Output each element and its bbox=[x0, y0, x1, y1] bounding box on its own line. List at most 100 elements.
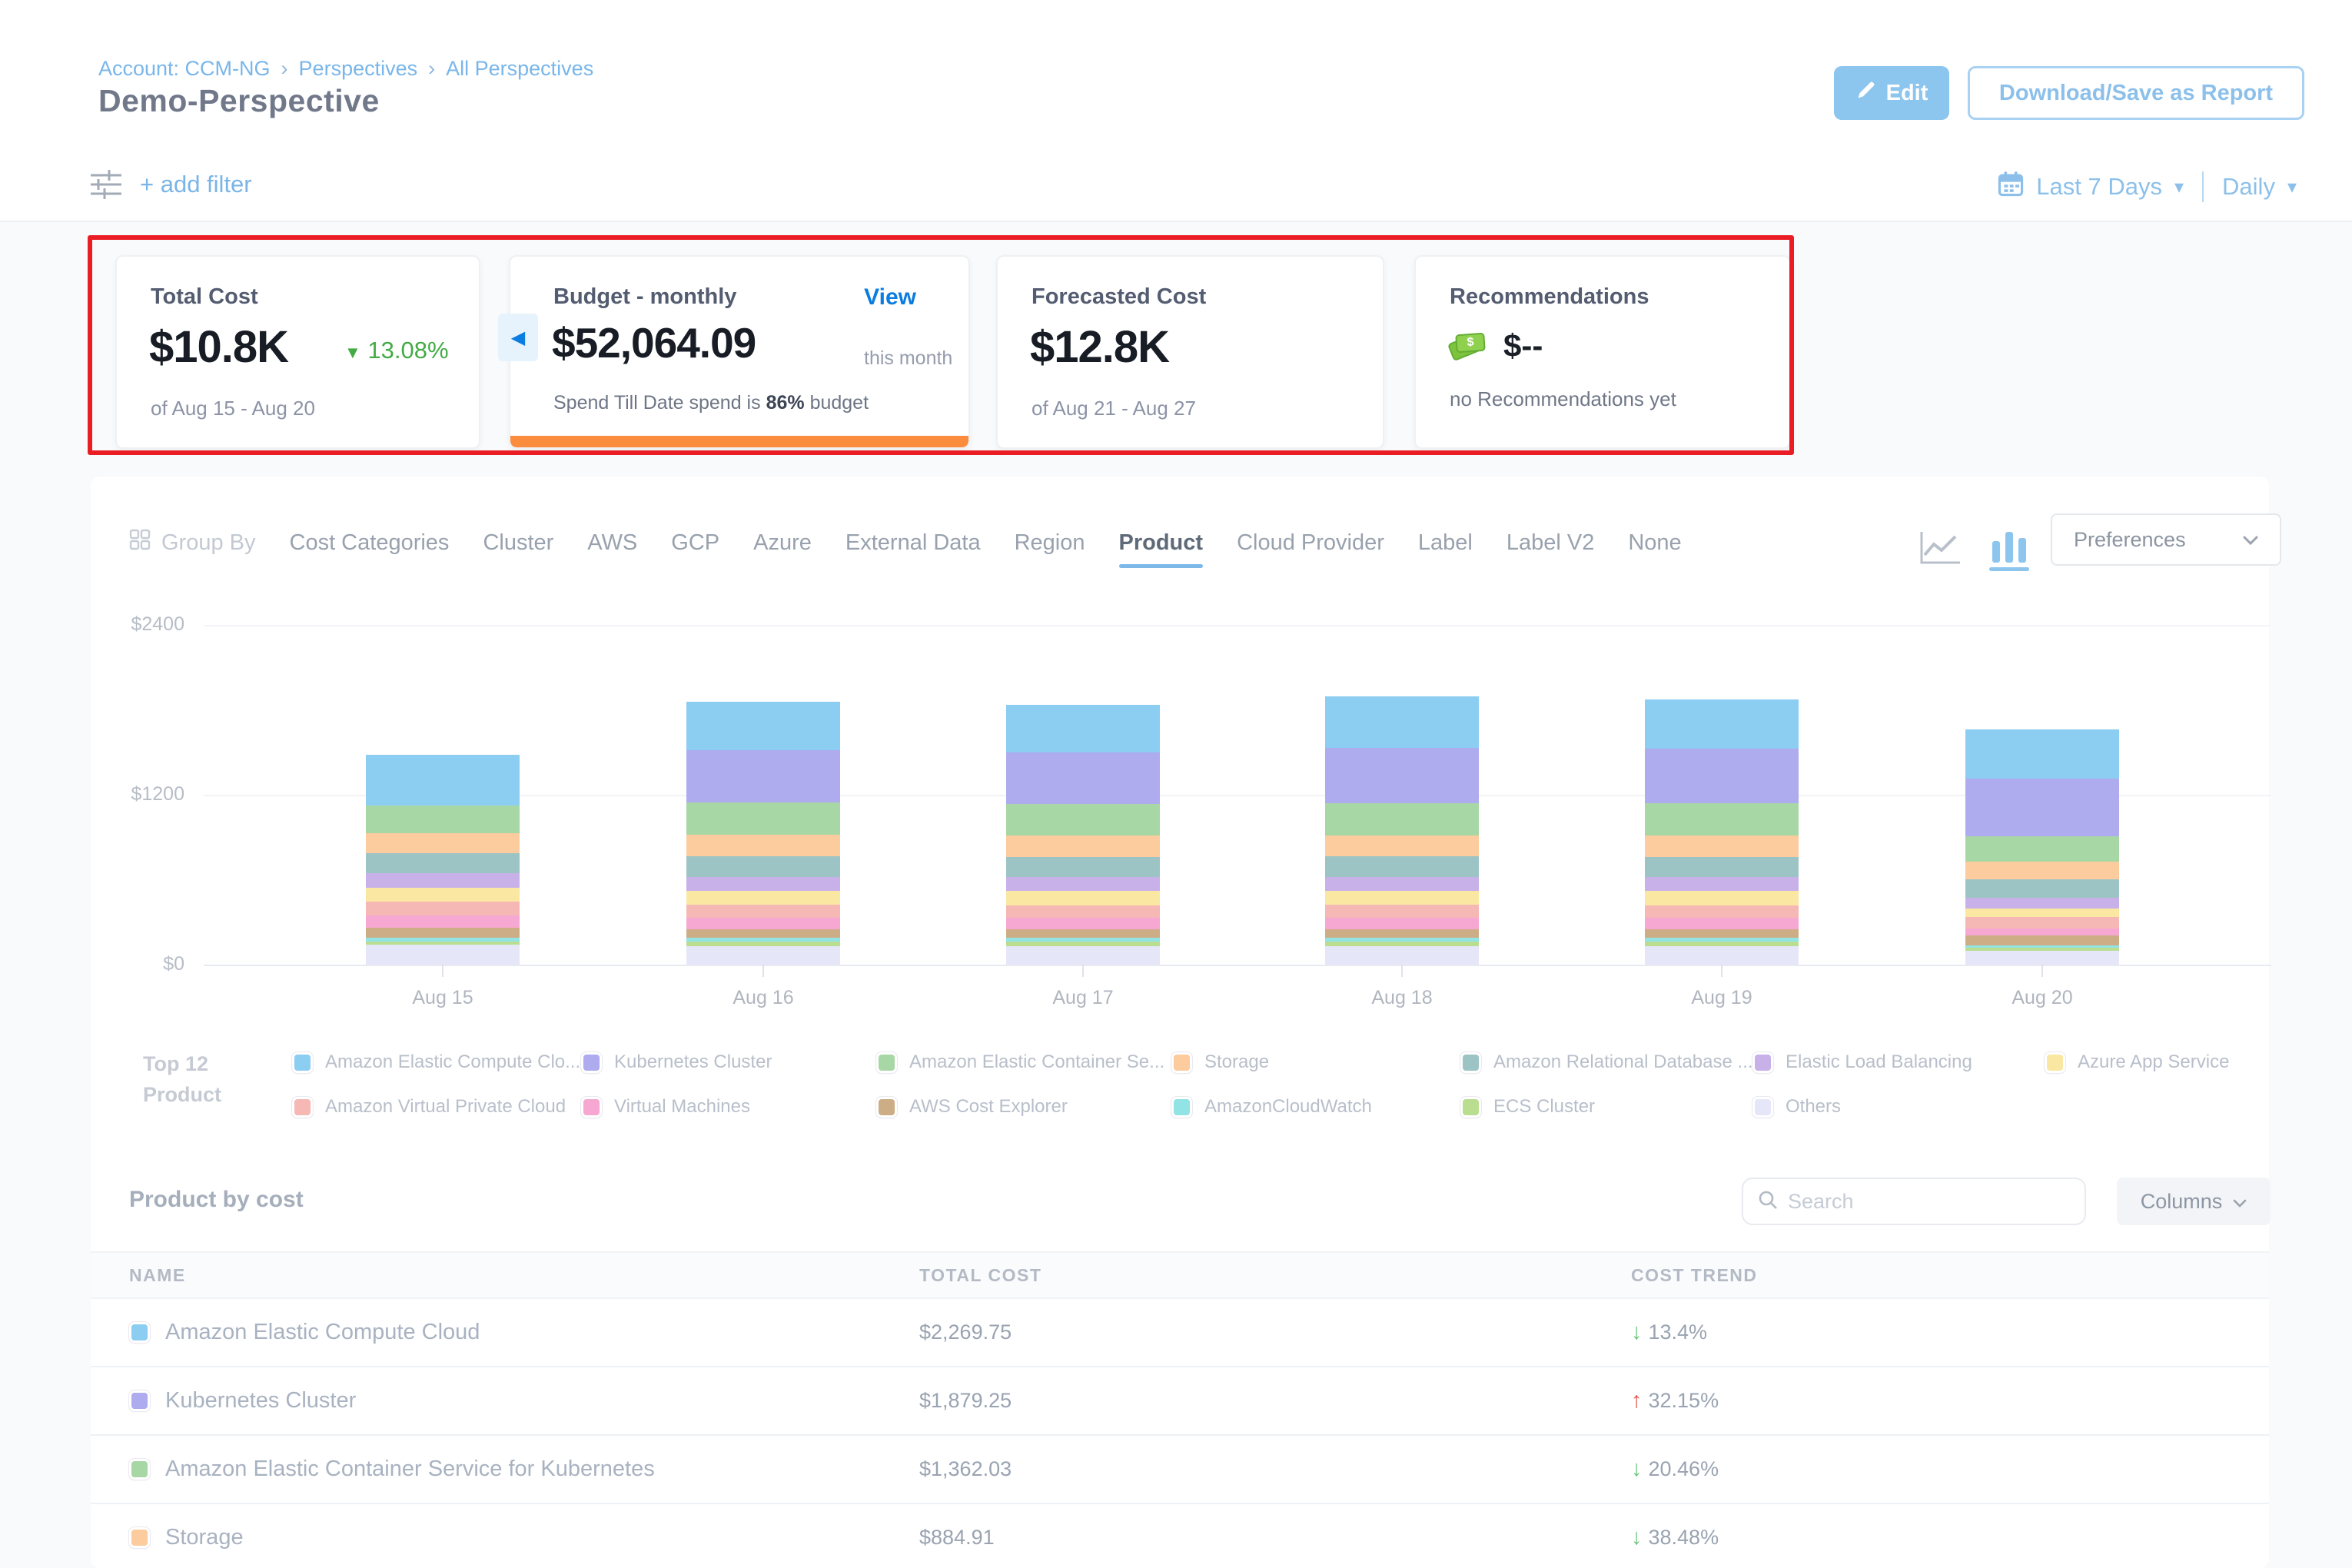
filter-sliders-icon[interactable] bbox=[86, 166, 126, 207]
group-by-tab-product[interactable]: Product bbox=[1119, 530, 1204, 556]
legend-item[interactable]: Storage bbox=[1171, 1051, 1269, 1073]
bar-segment[interactable] bbox=[1325, 803, 1479, 835]
bar-segment[interactable] bbox=[1965, 929, 2119, 935]
bar-segment[interactable] bbox=[686, 891, 840, 905]
bar-segment[interactable] bbox=[1645, 699, 1799, 749]
breadcrumb-all-perspectives[interactable]: All Perspectives bbox=[446, 57, 593, 80]
bar-segment[interactable] bbox=[1006, 891, 1160, 905]
bar-segment[interactable] bbox=[366, 755, 520, 806]
bar-segment[interactable] bbox=[366, 833, 520, 853]
table-row[interactable]: Kubernetes Cluster$1,879.25↑32.15% bbox=[91, 1367, 2269, 1436]
bar-segment[interactable] bbox=[1965, 909, 2119, 917]
bar-segment[interactable] bbox=[1325, 929, 1479, 938]
bar-segment[interactable] bbox=[366, 915, 520, 928]
chevron-down-icon[interactable]: ▾ bbox=[2287, 176, 2297, 198]
legend-item[interactable]: ECS Cluster bbox=[1460, 1096, 1595, 1118]
legend-item[interactable]: Amazon Elastic Container Se... bbox=[876, 1051, 1164, 1073]
bar-segment[interactable] bbox=[366, 928, 520, 938]
table-row[interactable]: Storage$884.91↓38.48% bbox=[91, 1504, 2269, 1568]
group-by-tab-region[interactable]: Region bbox=[1015, 530, 1085, 556]
bar-segment[interactable] bbox=[1325, 918, 1479, 929]
bar-segment[interactable] bbox=[1006, 705, 1160, 753]
date-range-selector[interactable]: Last 7 Days bbox=[2036, 173, 2162, 201]
bar-segment[interactable] bbox=[686, 750, 840, 802]
bar-segment[interactable] bbox=[686, 946, 840, 965]
bar-segment[interactable] bbox=[1645, 803, 1799, 835]
bar-segment[interactable] bbox=[1325, 946, 1479, 965]
bar-segment[interactable] bbox=[686, 918, 840, 929]
bar-segment[interactable] bbox=[1006, 929, 1160, 938]
bar-segment[interactable] bbox=[366, 888, 520, 902]
table-row[interactable]: Amazon Elastic Compute Cloud$2,269.75↓13… bbox=[91, 1299, 2269, 1367]
edit-button[interactable]: Edit bbox=[1834, 66, 1949, 120]
group-by-tab-external-data[interactable]: External Data bbox=[845, 530, 981, 556]
carousel-prev-button[interactable]: ◀ bbox=[498, 314, 538, 361]
bar-segment[interactable] bbox=[1965, 898, 2119, 909]
bar-segment[interactable] bbox=[1325, 905, 1479, 918]
bar-segment[interactable] bbox=[1645, 857, 1799, 878]
legend-item[interactable]: Amazon Virtual Private Cloud bbox=[292, 1096, 566, 1118]
legend-item[interactable]: AWS Cost Explorer bbox=[876, 1096, 1068, 1118]
line-chart-icon[interactable] bbox=[1918, 529, 1963, 571]
bar-segment[interactable] bbox=[1006, 835, 1160, 857]
bar-segment[interactable] bbox=[1645, 918, 1799, 929]
bar-segment[interactable] bbox=[1965, 836, 2119, 862]
preferences-dropdown[interactable]: Preferences bbox=[2051, 513, 2281, 566]
stacked-bar-aug-19[interactable] bbox=[1645, 699, 1799, 965]
table-row[interactable]: Amazon Elastic Container Service for Kub… bbox=[91, 1436, 2269, 1504]
bar-segment[interactable] bbox=[1965, 862, 2119, 879]
bar-segment[interactable] bbox=[1645, 891, 1799, 905]
group-by-tab-cluster[interactable]: Cluster bbox=[483, 530, 553, 556]
bar-segment[interactable] bbox=[1006, 804, 1160, 835]
bar-chart-icon[interactable] bbox=[1989, 529, 2029, 571]
bar-segment[interactable] bbox=[1965, 935, 2119, 945]
bar-segment[interactable] bbox=[1965, 729, 2119, 779]
bar-segment[interactable] bbox=[1006, 752, 1160, 803]
group-by-tab-gcp[interactable]: GCP bbox=[671, 530, 719, 556]
bar-segment[interactable] bbox=[366, 902, 520, 915]
bar-segment[interactable] bbox=[366, 945, 520, 965]
granularity-selector[interactable]: Daily bbox=[2222, 173, 2275, 201]
bar-segment[interactable] bbox=[686, 802, 840, 835]
bar-segment[interactable] bbox=[1645, 877, 1799, 891]
bar-segment[interactable] bbox=[1965, 879, 2119, 898]
stacked-bar-aug-15[interactable] bbox=[366, 755, 520, 965]
bar-segment[interactable] bbox=[1325, 835, 1479, 856]
bar-segment[interactable] bbox=[1006, 857, 1160, 878]
bar-segment[interactable] bbox=[686, 835, 840, 856]
bar-segment[interactable] bbox=[1325, 748, 1479, 803]
bar-segment[interactable] bbox=[1645, 835, 1799, 857]
legend-item[interactable]: Virtual Machines bbox=[581, 1096, 750, 1118]
bar-segment[interactable] bbox=[1965, 779, 2119, 836]
group-by-tab-aws[interactable]: AWS bbox=[587, 530, 637, 556]
bar-segment[interactable] bbox=[686, 905, 840, 918]
download-save-report-button[interactable]: Download/Save as Report bbox=[1968, 66, 2304, 120]
legend-item[interactable]: Others bbox=[1752, 1096, 1841, 1118]
stacked-bar-aug-17[interactable] bbox=[1006, 705, 1160, 965]
breadcrumb-account[interactable]: Account: CCM-NG bbox=[98, 57, 271, 80]
breadcrumb-perspectives[interactable]: Perspectives bbox=[299, 57, 418, 80]
bar-segment[interactable] bbox=[686, 702, 840, 750]
stacked-bar-aug-18[interactable] bbox=[1325, 696, 1479, 965]
group-by-tab-none[interactable]: None bbox=[1628, 530, 1681, 556]
legend-item[interactable]: Elastic Load Balancing bbox=[1752, 1051, 1972, 1073]
columns-dropdown[interactable]: Columns bbox=[2117, 1178, 2271, 1225]
legend-item[interactable]: AmazonCloudWatch bbox=[1171, 1096, 1372, 1118]
search-input[interactable] bbox=[1788, 1190, 2049, 1214]
bar-segment[interactable] bbox=[366, 853, 520, 873]
bar-segment[interactable] bbox=[686, 877, 840, 891]
add-filter-button[interactable]: + add filter bbox=[140, 171, 252, 198]
stacked-bar-aug-16[interactable] bbox=[686, 702, 840, 965]
legend-item[interactable]: Amazon Relational Database ... bbox=[1460, 1051, 1753, 1073]
bar-segment[interactable] bbox=[1645, 905, 1799, 919]
legend-item[interactable]: Amazon Elastic Compute Clo... bbox=[292, 1051, 580, 1073]
bar-segment[interactable] bbox=[1965, 917, 2119, 929]
bar-segment[interactable] bbox=[1006, 905, 1160, 919]
bar-segment[interactable] bbox=[1006, 946, 1160, 965]
bar-segment[interactable] bbox=[1325, 696, 1479, 748]
bar-segment[interactable] bbox=[366, 806, 520, 833]
bar-segment[interactable] bbox=[686, 929, 840, 938]
bar-segment[interactable] bbox=[1965, 951, 2119, 965]
chevron-down-icon[interactable]: ▾ bbox=[2174, 176, 2184, 198]
stacked-bar-aug-20[interactable] bbox=[1965, 729, 2119, 965]
